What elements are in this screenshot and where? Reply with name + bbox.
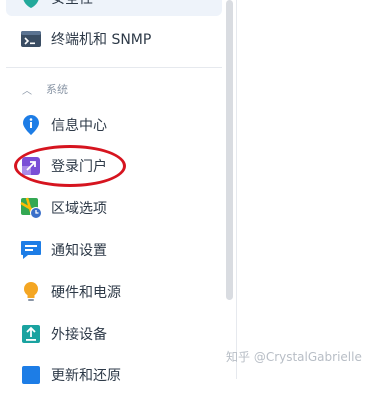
sidebar-item-hardware-power[interactable]: 硬件和电源	[6, 274, 222, 310]
annotation-circle	[14, 145, 126, 187]
sidebar-item-security[interactable]: 安全性	[6, 0, 222, 16]
sidebar-item-update-restore[interactable]: 更新和还原	[6, 357, 222, 393]
update-icon	[20, 364, 42, 386]
bulb-icon	[20, 281, 42, 303]
info-icon	[20, 114, 42, 136]
sidebar-item-label: 安全性	[51, 0, 93, 8]
external-device-icon	[20, 323, 42, 345]
notification-icon	[20, 239, 42, 261]
chevron-up-icon: ︿	[22, 85, 32, 97]
sidebar-item-info-center[interactable]: 信息中心	[6, 107, 222, 143]
sidebar-item-label: 通知设置	[51, 243, 107, 259]
shield-icon	[20, 0, 42, 9]
sidebar-item-label: 更新和还原	[51, 368, 121, 384]
sidebar-item-label: 终端机和 SNMP	[51, 32, 152, 48]
watermark: 知乎 @CrystalGabrielle	[226, 350, 362, 364]
section-header-system[interactable]: ︿ 系统	[22, 80, 68, 98]
sidebar-item-label: 区域选项	[51, 201, 107, 217]
scrollbar[interactable]	[226, 0, 233, 300]
sidebar-item-label: 信息中心	[51, 118, 107, 134]
region-clock-icon	[20, 197, 42, 219]
section-label: 系统	[46, 83, 68, 96]
sidebar: 安全性 终端机和 SNMP ︿ 系统 信息中心 登录门户 区域选项 通知设置	[0, 0, 237, 384]
sidebar-item-external-devices[interactable]: 外接设备	[6, 316, 222, 352]
divider	[6, 67, 222, 68]
sidebar-item-terminal-snmp[interactable]: 终端机和 SNMP	[6, 21, 222, 57]
sidebar-item-notification[interactable]: 通知设置	[6, 232, 222, 268]
terminal-icon	[20, 28, 42, 50]
sidebar-item-label: 硬件和电源	[51, 285, 121, 301]
sidebar-item-label: 外接设备	[51, 327, 107, 343]
sidebar-item-regional-options[interactable]: 区域选项	[6, 190, 222, 226]
